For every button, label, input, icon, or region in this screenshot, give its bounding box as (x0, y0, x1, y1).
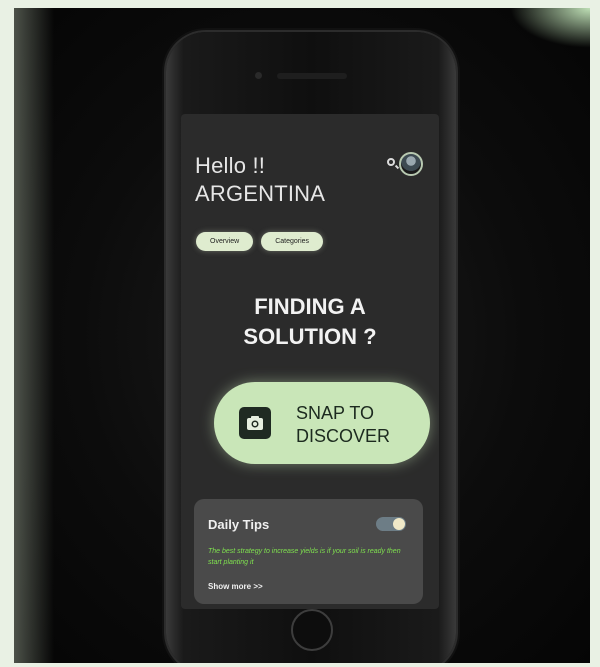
home-button[interactable] (291, 609, 333, 651)
headline-line2: SOLUTION ? (243, 324, 377, 349)
snap-to-discover-button[interactable]: SNAP TO DISCOVER (214, 382, 430, 464)
daily-tips-title: Daily Tips (208, 517, 270, 532)
snap-label-line1: SNAP TO (296, 403, 375, 423)
chip-overview[interactable]: Overview (196, 232, 254, 251)
daily-tips-text: The best strategy to increase yields is … (208, 548, 401, 566)
front-camera (255, 72, 262, 79)
chip-group: Overview Categories (196, 232, 324, 251)
camera-icon (239, 407, 271, 439)
background-leaf (510, 8, 590, 48)
background-glow (14, 8, 54, 663)
app-screen: Hello !! ARGENTINA Overview Categories F… (181, 114, 439, 609)
daily-tips-card: Daily Tips The best strategy to increase… (194, 499, 423, 604)
avatar[interactable] (399, 152, 423, 176)
chip-categories[interactable]: Categories (261, 232, 324, 251)
toggle-knob (393, 518, 405, 530)
phone-device: Hello !! ARGENTINA Overview Categories F… (166, 32, 456, 663)
headline-line1: FINDING A (254, 294, 366, 319)
snap-label-line2: DISCOVER (296, 426, 391, 446)
search-icon[interactable] (387, 158, 395, 166)
snap-button-label: SNAP TO DISCOVER (296, 402, 390, 448)
toggle-switch[interactable] (376, 517, 406, 531)
headline: FINDING A SOLUTION ? (181, 292, 439, 352)
greeting: Hello !! ARGENTINA (195, 152, 325, 208)
photo-background: Hello !! ARGENTINA Overview Categories F… (14, 8, 590, 663)
greeting-line1: Hello !! (195, 153, 266, 178)
greeting-line2: ARGENTINA (195, 181, 326, 206)
earpiece-speaker (277, 73, 347, 79)
show-more-link[interactable]: Show more >> (208, 582, 263, 591)
